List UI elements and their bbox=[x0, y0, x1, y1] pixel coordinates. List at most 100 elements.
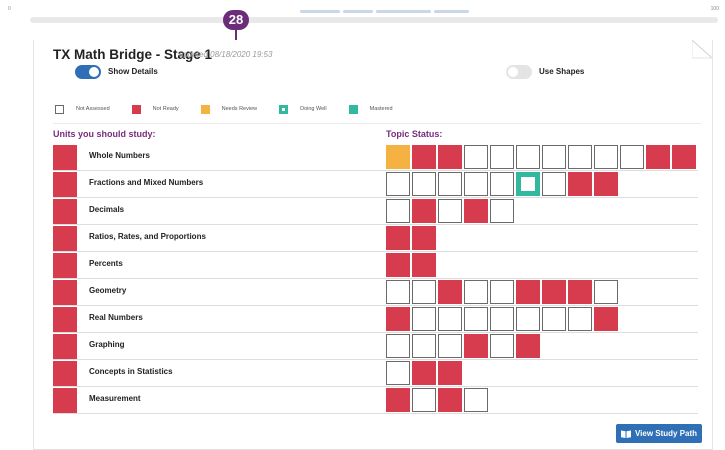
unit-name[interactable]: Measurement bbox=[89, 394, 141, 403]
topic-cell-not-assessed[interactable] bbox=[386, 280, 410, 304]
topic-cell-not-assessed[interactable] bbox=[386, 334, 410, 358]
unit-status-box bbox=[53, 226, 77, 251]
unit-row[interactable]: Geometry bbox=[53, 279, 698, 306]
topic-cell-not-assessed[interactable] bbox=[412, 280, 436, 304]
topic-cell-not-ready[interactable] bbox=[516, 280, 540, 304]
unit-row[interactable]: Concepts in Statistics bbox=[53, 360, 698, 387]
topic-cell-needs-review[interactable] bbox=[386, 145, 410, 169]
topic-cell-not-assessed[interactable] bbox=[464, 145, 488, 169]
topic-cell-not-ready[interactable] bbox=[386, 253, 410, 277]
topic-cell-not-ready[interactable] bbox=[464, 199, 488, 223]
topic-cell-not-ready[interactable] bbox=[412, 361, 436, 385]
unit-row[interactable]: Real Numbers bbox=[53, 306, 698, 333]
show-details-toggle[interactable] bbox=[75, 65, 101, 79]
unit-name[interactable]: Whole Numbers bbox=[89, 151, 150, 160]
topic-cell-not-ready[interactable] bbox=[594, 172, 618, 196]
topic-cell-not-ready[interactable] bbox=[438, 388, 462, 412]
topic-cell-not-ready[interactable] bbox=[542, 280, 566, 304]
topic-cell-not-ready[interactable] bbox=[438, 280, 462, 304]
topic-cell-not-assessed[interactable] bbox=[542, 172, 566, 196]
topic-cell-not-ready[interactable] bbox=[386, 307, 410, 331]
unit-status-box bbox=[53, 307, 77, 332]
topic-cell-not-ready[interactable] bbox=[412, 253, 436, 277]
topic-cell-not-assessed[interactable] bbox=[490, 199, 514, 223]
topic-cell-not-assessed[interactable] bbox=[620, 145, 644, 169]
topic-cell-not-assessed[interactable] bbox=[594, 145, 618, 169]
topic-cell-not-assessed[interactable] bbox=[490, 280, 514, 304]
topic-cell-not-assessed[interactable] bbox=[542, 307, 566, 331]
topic-cell-not-ready[interactable] bbox=[386, 226, 410, 250]
legend-item-doing-well: Doing Well bbox=[279, 104, 327, 114]
unit-row[interactable]: Decimals bbox=[53, 198, 698, 225]
legend-swatch bbox=[131, 104, 141, 114]
topic-cell-not-ready[interactable] bbox=[438, 145, 462, 169]
use-shapes-toggle[interactable] bbox=[506, 65, 532, 79]
show-details-label: Show Details bbox=[108, 67, 158, 76]
topic-cell-not-ready[interactable] bbox=[464, 334, 488, 358]
unit-name[interactable]: Real Numbers bbox=[89, 313, 143, 322]
unit-name[interactable]: Ratios, Rates, and Proportions bbox=[89, 232, 206, 241]
unit-name[interactable]: Graphing bbox=[89, 340, 125, 349]
unit-name[interactable]: Geometry bbox=[89, 286, 126, 295]
legend-label: Not Ready bbox=[152, 106, 179, 112]
topic-cell-not-ready[interactable] bbox=[594, 307, 618, 331]
topic-cell-not-assessed[interactable] bbox=[490, 334, 514, 358]
topic-cell-not-ready[interactable] bbox=[412, 199, 436, 223]
legend-item-not-assessed: Not Assessed bbox=[55, 104, 110, 114]
topic-cell-doing-well[interactable] bbox=[516, 172, 540, 196]
topic-cell-not-ready[interactable] bbox=[386, 388, 410, 412]
unit-name[interactable]: Percents bbox=[89, 259, 123, 268]
topic-cell-not-ready[interactable] bbox=[412, 226, 436, 250]
topic-cell-not-assessed[interactable] bbox=[464, 388, 488, 412]
topic-cell-not-assessed[interactable] bbox=[568, 145, 592, 169]
topic-cell-not-assessed[interactable] bbox=[464, 172, 488, 196]
topic-cell-not-ready[interactable] bbox=[438, 361, 462, 385]
topic-cell-not-assessed[interactable] bbox=[490, 172, 514, 196]
unit-row[interactable]: Fractions and Mixed Numbers bbox=[53, 171, 698, 198]
unit-status-box bbox=[53, 253, 77, 278]
topic-cell-not-assessed[interactable] bbox=[386, 172, 410, 196]
unit-status-box bbox=[53, 199, 77, 224]
legend-label: Not Assessed bbox=[76, 106, 110, 112]
topic-cell-not-assessed[interactable] bbox=[568, 307, 592, 331]
topic-cell-not-assessed[interactable] bbox=[490, 145, 514, 169]
unit-row[interactable]: Whole Numbers bbox=[53, 144, 698, 171]
topic-cell-not-assessed[interactable] bbox=[438, 172, 462, 196]
topic-cell-not-assessed[interactable] bbox=[542, 145, 566, 169]
topic-cell-not-assessed[interactable] bbox=[516, 307, 540, 331]
topic-cell-not-ready[interactable] bbox=[672, 145, 696, 169]
topic-cell-not-assessed[interactable] bbox=[386, 361, 410, 385]
topic-cell-not-ready[interactable] bbox=[568, 280, 592, 304]
topic-cell-not-assessed[interactable] bbox=[386, 199, 410, 223]
unit-row[interactable]: Ratios, Rates, and Proportions bbox=[53, 225, 698, 252]
topic-cell-not-assessed[interactable] bbox=[594, 280, 618, 304]
topic-cell-not-assessed[interactable] bbox=[438, 307, 462, 331]
unit-name[interactable]: Fractions and Mixed Numbers bbox=[89, 178, 203, 187]
unit-name[interactable]: Concepts in Statistics bbox=[89, 367, 173, 376]
progress-min: 0 bbox=[8, 6, 11, 12]
view-study-path-label: View Study Path bbox=[634, 429, 698, 438]
topic-cell-not-assessed[interactable] bbox=[464, 307, 488, 331]
page-fold-icon bbox=[692, 40, 712, 59]
unit-row[interactable]: Percents bbox=[53, 252, 698, 279]
topic-cell-not-assessed[interactable] bbox=[516, 145, 540, 169]
unit-name[interactable]: Decimals bbox=[89, 205, 124, 214]
topic-cell-not-assessed[interactable] bbox=[490, 307, 514, 331]
topic-cell-not-assessed[interactable] bbox=[438, 334, 462, 358]
topic-cell-not-assessed[interactable] bbox=[438, 199, 462, 223]
topic-cell-not-assessed[interactable] bbox=[412, 334, 436, 358]
topic-cell-not-ready[interactable] bbox=[516, 334, 540, 358]
progress-track bbox=[30, 17, 718, 23]
topic-cell-not-assessed[interactable] bbox=[412, 307, 436, 331]
blurred-header-text bbox=[300, 0, 500, 13]
unit-row[interactable]: Graphing bbox=[53, 333, 698, 360]
topic-cell-not-assessed[interactable] bbox=[464, 280, 488, 304]
topic-cell-not-ready[interactable] bbox=[412, 145, 436, 169]
topic-cell-not-ready[interactable] bbox=[646, 145, 670, 169]
progress-max: 100 bbox=[710, 6, 719, 12]
topic-cell-not-assessed[interactable] bbox=[412, 388, 436, 412]
topic-cell-not-ready[interactable] bbox=[568, 172, 592, 196]
view-study-path-button[interactable]: View Study Path bbox=[616, 424, 702, 443]
unit-row[interactable]: Measurement bbox=[53, 387, 698, 414]
topic-cell-not-assessed[interactable] bbox=[412, 172, 436, 196]
